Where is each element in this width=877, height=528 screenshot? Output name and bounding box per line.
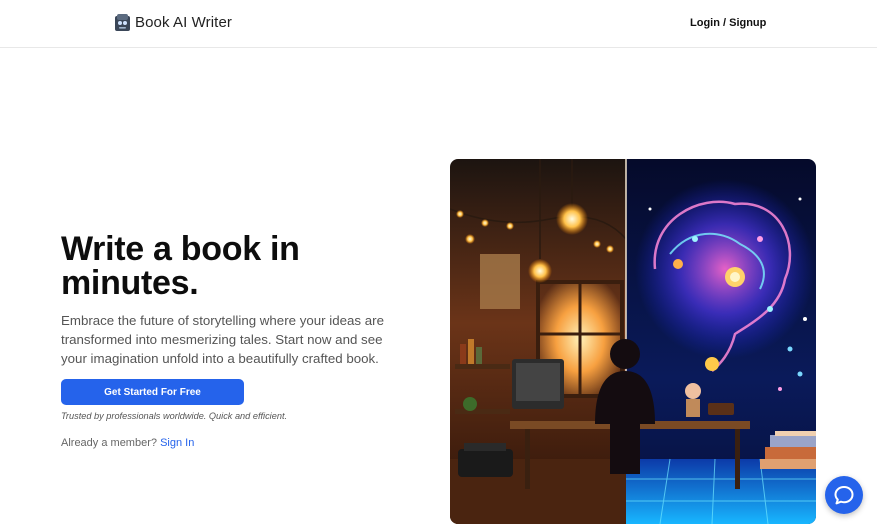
hero-illustration-graphic [450, 159, 816, 524]
hero-title-line-2: minutes. [61, 264, 199, 302]
chat-bubble-icon [834, 486, 854, 505]
member-prompt: Already a member? [61, 437, 157, 449]
top-navbar: Book AI Writer Login / Signup [0, 0, 877, 48]
member-line: Already a member? Sign In [61, 437, 194, 449]
brand-name: Book AI Writer [135, 14, 232, 31]
get-started-button[interactable]: Get Started For Free [61, 379, 244, 405]
chat-widget-button[interactable] [825, 476, 863, 514]
hero-illustration [450, 159, 816, 524]
trust-text: Trusted by professionals worldwide. Quic… [61, 411, 288, 421]
hero-description: Embrace the future of storytelling where… [61, 313, 384, 366]
book-robot-logo-icon [115, 14, 130, 31]
brand[interactable]: Book AI Writer [114, 13, 232, 32]
sign-in-link[interactable]: Sign In [160, 437, 194, 449]
hero-title-line-1: Write a book in [61, 230, 300, 268]
hero-title: Write a book in minutes. [61, 232, 391, 300]
login-signup-link[interactable]: Login / Signup [690, 17, 766, 29]
